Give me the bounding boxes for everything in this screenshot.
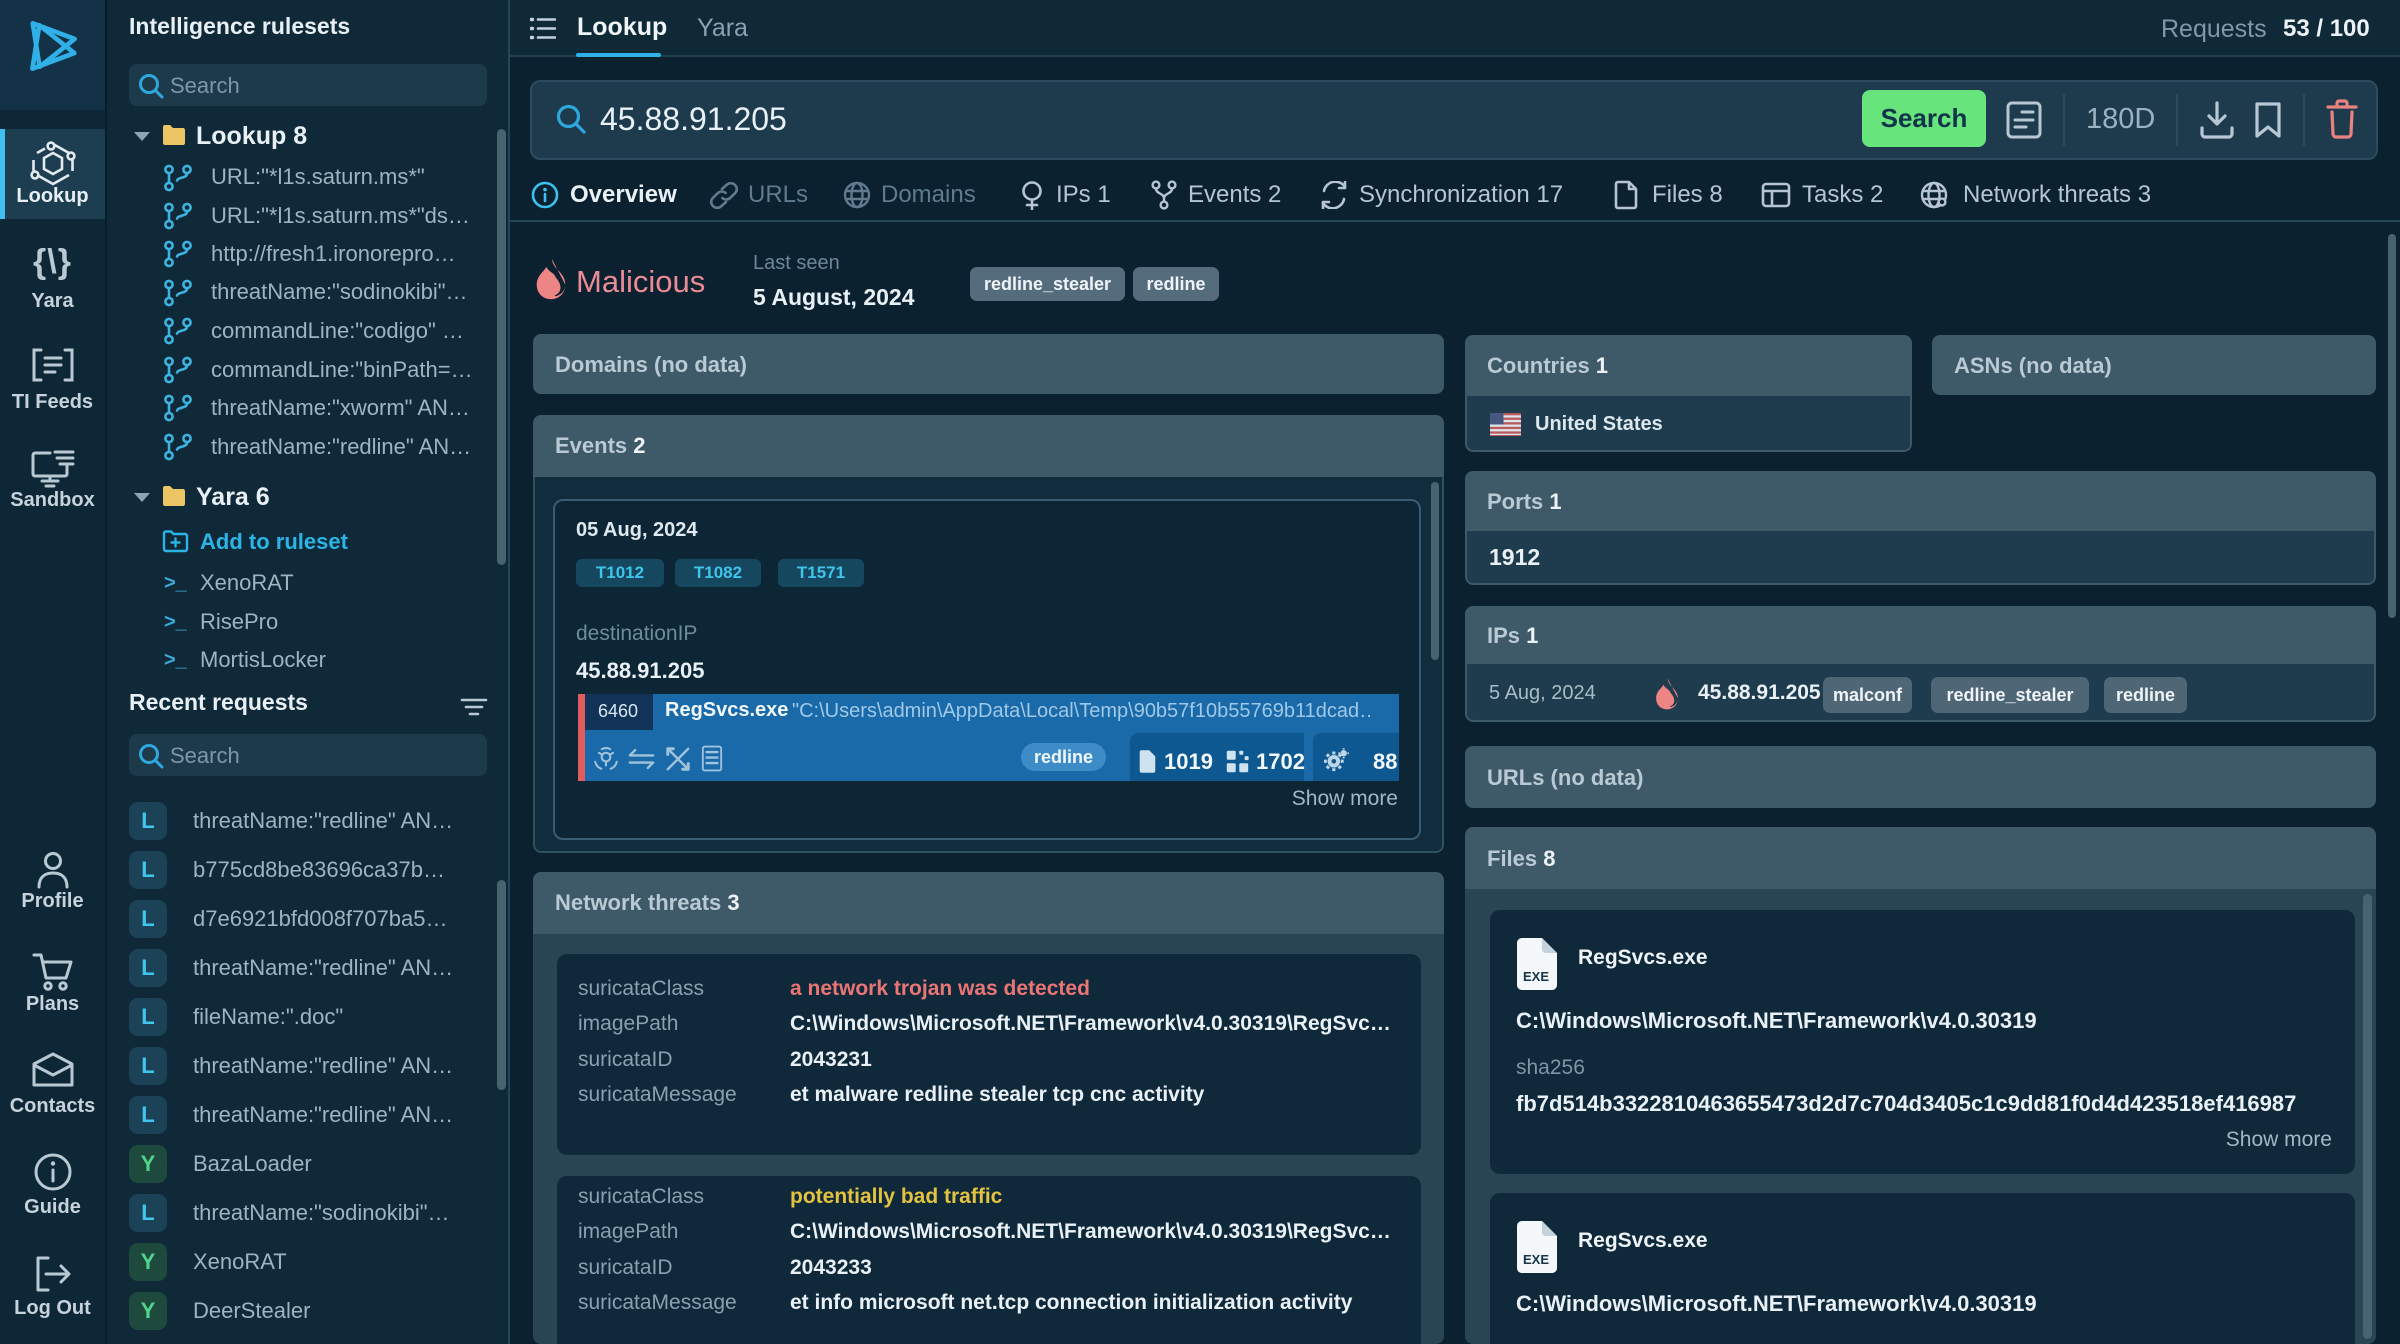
svg-text:EXE: EXE: [1523, 969, 1549, 984]
svg-text:EXE: EXE: [1523, 1252, 1549, 1267]
